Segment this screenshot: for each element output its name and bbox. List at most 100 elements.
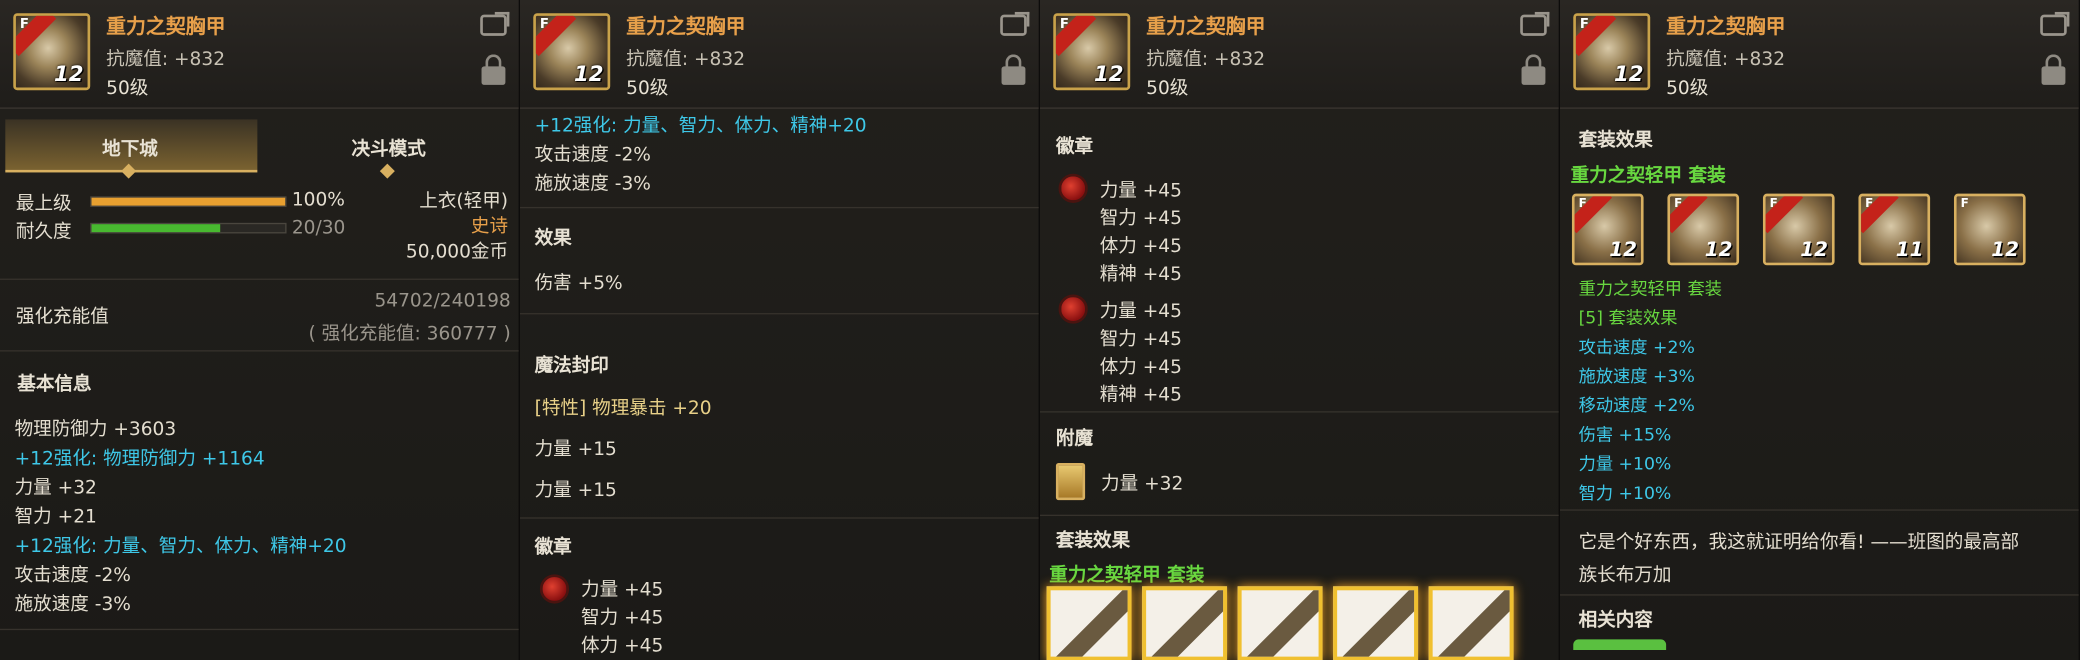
divider xyxy=(0,278,519,280)
set-bonus-line: 施放速度 +3% xyxy=(1578,367,1695,388)
tooltip-panel-2: F 12 重力之契胸甲 抗魔值: +832 50级 +12强化: 力量、智力、体力… xyxy=(519,0,1040,660)
badge-line: 力量 +45 xyxy=(1099,301,1182,323)
item-icon: F 12 xyxy=(1053,13,1131,91)
divider xyxy=(0,628,519,631)
red-gem-icon xyxy=(1058,294,1088,324)
badge-title: 徽章 xyxy=(1055,136,1094,158)
item-level: 50级 xyxy=(1146,78,1189,100)
item-name: 重力之契胸甲 xyxy=(1666,14,1786,39)
badge-line: 体力 +45 xyxy=(1099,356,1182,379)
badge-line: 体力 +45 xyxy=(1099,236,1182,258)
item-name: 重力之契胸甲 xyxy=(626,14,746,39)
stat-line: 力量 +32 xyxy=(14,477,97,499)
item-price: 50,000金币 xyxy=(405,241,509,263)
set-count: [5] 套装效果 xyxy=(1578,309,1678,329)
set-piece-icon[interactable]: F 12 xyxy=(1571,193,1644,266)
item-resist: 抗魔值: +832 xyxy=(106,49,226,71)
set-title: 套装效果 xyxy=(1055,530,1131,552)
item-header: F 12 重力之契胸甲 抗魔值: +832 50级 xyxy=(0,0,519,109)
stat-line: +12强化: 物理防御力 +1164 xyxy=(14,448,265,470)
item-resist: 抗魔值: +832 xyxy=(626,49,746,71)
basic-info-title: 基本信息 xyxy=(17,374,92,396)
stat-line: 施放速度 -3% xyxy=(534,173,651,195)
set-piece-icon[interactable]: F 12 xyxy=(1953,193,2026,266)
related-button[interactable] xyxy=(1573,639,1667,650)
seal-special: [特性] 物理暴击 +20 xyxy=(534,397,712,420)
stat-line: 智力 +21 xyxy=(14,506,97,528)
tab-dungeon[interactable]: 地下城 xyxy=(102,135,158,162)
tab-duel[interactable]: 决斗模式 xyxy=(352,135,426,162)
divider xyxy=(1039,411,1559,413)
divider xyxy=(519,206,1039,209)
divider xyxy=(1039,514,1559,517)
max-level-bar xyxy=(90,196,287,207)
seal-title: 魔法封印 xyxy=(534,355,609,377)
set-bonus-line: 智力 +10% xyxy=(1578,484,1672,505)
flavor-text-line2: 族长布万加 xyxy=(1578,565,1672,587)
durability-bar xyxy=(90,222,287,234)
flavor-text-line1: 它是个好东西，我这就证明给你看! ——班图的最高部 xyxy=(1578,531,2020,554)
durability-label: 耐久度 xyxy=(15,221,72,243)
set-name-secondary: 重力之契轻甲 套装 xyxy=(1578,279,1723,300)
item-level: 50级 xyxy=(1666,78,1709,100)
stat-line: +12强化: 力量、智力、体力、精神+20 xyxy=(14,535,347,558)
item-header: F 12 重力之契胸甲 抗魔值: +832 50级 xyxy=(1559,0,2079,109)
set-piece-icon[interactable]: F 12 xyxy=(1762,193,1835,266)
enchant-card-icon xyxy=(1055,462,1086,501)
lock-icon[interactable] xyxy=(2041,54,2066,85)
badge-line: 精神 +45 xyxy=(1099,384,1182,406)
set-piece-icon[interactable] xyxy=(1428,586,1514,660)
set-piece-icon[interactable] xyxy=(1046,586,1132,660)
stat-line: 攻击速度 -2% xyxy=(534,144,651,166)
badge-line: 力量 +45 xyxy=(581,579,664,601)
share-icon[interactable] xyxy=(1520,11,1550,36)
tooltip-panel-4: F 12 重力之契胸甲 抗魔值: +832 50级 套装效果 重力之契轻甲 套装 … xyxy=(1559,0,2080,660)
tooltip-panel-3: F 12 重力之契胸甲 抗魔值: +832 50级 徽章 力量 +45 智力 +4… xyxy=(1039,0,1560,660)
lock-icon[interactable] xyxy=(1521,54,1546,85)
badge-line: 智力 +45 xyxy=(1099,328,1182,351)
set-name: 重力之契轻甲 套装 xyxy=(1049,565,1205,587)
set-bonus-line: 攻击速度 +2% xyxy=(1578,338,1695,359)
badge-line: 智力 +45 xyxy=(1099,208,1182,230)
related-title: 相关内容 xyxy=(1578,610,1653,632)
set-title: 套装效果 xyxy=(1578,129,1653,152)
item-resist: 抗魔值: +832 xyxy=(1146,49,1266,71)
max-level-pct: 100% xyxy=(291,189,345,211)
enchant-title: 附魔 xyxy=(1055,428,1094,450)
set-bonus-line: 力量 +10% xyxy=(1578,454,1672,475)
share-icon[interactable] xyxy=(480,11,510,36)
charge-value: 54702/240198 xyxy=(374,290,511,312)
badge-title: 徽章 xyxy=(534,537,572,559)
stat-line: 攻击速度 -2% xyxy=(14,565,131,587)
lock-icon[interactable] xyxy=(481,54,506,85)
charge-label: 强化充能值 xyxy=(15,306,109,328)
effect-line: 伤害 +5% xyxy=(534,273,623,295)
share-icon[interactable] xyxy=(1000,11,1030,36)
item-header: F 12 重力之契胸甲 抗魔值: +832 50级 xyxy=(519,0,1039,109)
item-rarity: 史诗 xyxy=(470,216,509,238)
red-gem-icon xyxy=(1058,173,1088,203)
badge-line: 力量 +45 xyxy=(1099,180,1182,202)
set-piece-icon[interactable]: F 12 xyxy=(1667,193,1740,266)
set-piece-icon[interactable] xyxy=(1237,586,1323,660)
divider xyxy=(1559,509,2079,511)
item-icon: F 12 xyxy=(13,13,91,91)
item-name: 重力之契胸甲 xyxy=(106,14,226,39)
effect-title: 效果 xyxy=(534,228,572,250)
set-name: 重力之契轻甲 套装 xyxy=(1570,165,1726,188)
seal-line: 力量 +15 xyxy=(534,480,617,502)
stat-line: 物理防御力 +3603 xyxy=(14,419,177,441)
set-piece-icon[interactable]: F 11 xyxy=(1858,193,1931,266)
seal-line: 力量 +15 xyxy=(534,439,617,461)
item-resist: 抗魔值: +832 xyxy=(1666,49,1786,71)
item-tooltip-strip: F 12 重力之契胸甲 抗魔值: +832 50级 地下城 决斗模式 最上级 10… xyxy=(0,0,2080,660)
stat-line: +12强化: 力量、智力、体力、精神+20 xyxy=(534,115,867,137)
set-piece-icon[interactable] xyxy=(1142,586,1228,660)
share-icon[interactable] xyxy=(2040,11,2070,36)
item-header: F 12 重力之契胸甲 抗魔值: +832 50级 xyxy=(1039,0,1559,109)
badge-line: 体力 +45 xyxy=(581,635,664,657)
set-bonus-line: 伤害 +15% xyxy=(1578,425,1672,446)
set-piece-icon[interactable] xyxy=(1333,586,1419,660)
tab-marker xyxy=(379,163,395,179)
lock-icon[interactable] xyxy=(1001,54,1026,85)
